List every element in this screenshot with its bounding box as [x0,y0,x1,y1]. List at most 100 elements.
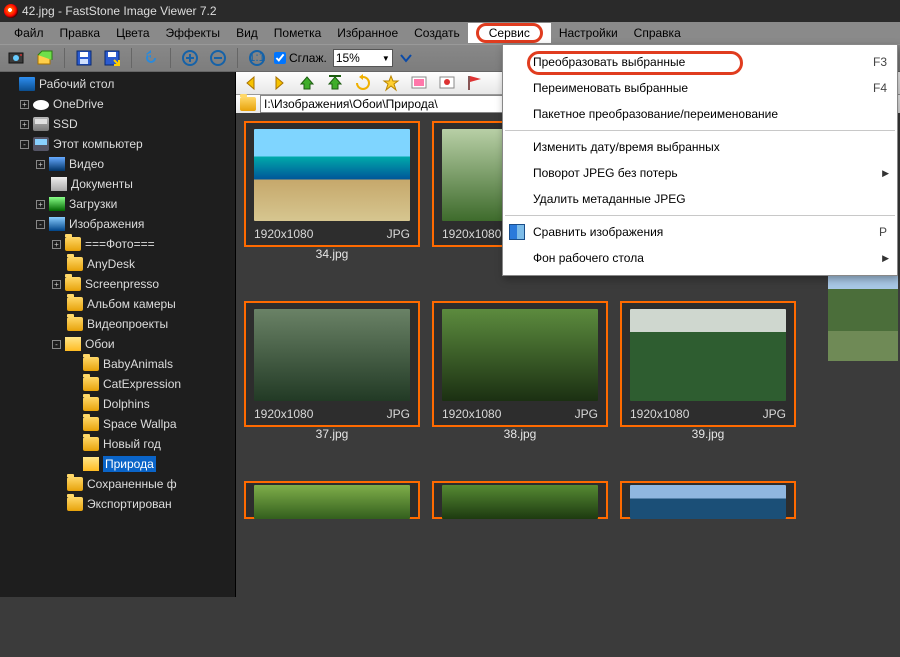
menu-item[interactable]: Пакетное преобразование/переименование [503,101,897,127]
tree-item[interactable]: Сохраненные ф [0,474,235,494]
tree-label: Экспортирован [87,497,172,511]
menu-item[interactable]: Поворот JPEG без потерь [503,160,897,186]
thumbnail[interactable]: 1920x1080JPG38.jpg [432,301,608,477]
tree-label: Этот компьютер [53,137,143,151]
flag-icon[interactable] [464,72,486,94]
thumbnail-image [254,309,410,401]
menu-item-создать[interactable]: Создать [406,23,468,43]
forward-icon[interactable] [268,72,290,94]
smoothing-checkbox[interactable]: Сглаж. [274,51,327,65]
thumbnail[interactable]: 1920x1080JPG39.jpg [620,301,796,477]
folder-icon [83,417,99,431]
slideshow-icon[interactable] [408,72,430,94]
zoom-in-icon[interactable] [179,47,201,69]
menu-item-сервис[interactable]: Сервис [468,23,551,43]
video-icon [49,157,65,171]
address-input[interactable]: I:\Изображения\Обои\Природа\ [260,95,514,113]
menu-item[interactable]: Переименовать выбранныеF4 [503,75,897,101]
tree-item[interactable]: +Загрузки [0,194,235,214]
folder-tree[interactable]: Рабочий стол +OneDrive+SSD - Этот компьютер… [0,72,236,597]
tree-item[interactable]: - Этот компьютер [0,134,235,154]
tree-item[interactable]: Dolphins [0,394,235,414]
menu-item-настройки[interactable]: Настройки [551,23,626,43]
tree-item[interactable]: Новый год [0,434,235,454]
expand-icon[interactable]: + [52,240,61,249]
thumb-dimensions: 1920x1080 [442,407,501,425]
tree-item[interactable]: AnyDesk [0,254,235,274]
expand-icon[interactable]: + [36,200,45,209]
smoothing-input[interactable] [274,52,286,64]
menu-item[interactable]: Фон рабочего стола [503,245,897,271]
menu-item[interactable]: Удалить метаданные JPEG [503,186,897,212]
menu-hotkey: F3 [873,55,887,69]
tree-item[interactable]: Space Wallpa [0,414,235,434]
refresh-icon[interactable] [352,72,374,94]
tree-item[interactable]: Видеопроекты [0,314,235,334]
menu-item-правка[interactable]: Правка [52,23,109,43]
chevron-down-icon[interactable] [399,51,413,65]
back-icon[interactable] [240,72,262,94]
tree-item[interactable]: -Изображения [0,214,235,234]
acquire-icon[interactable] [6,47,28,69]
actual-size-icon[interactable]: 1:1 [246,47,268,69]
thumbnail[interactable] [620,481,796,521]
thumbnail[interactable] [432,481,608,521]
tag-icon[interactable] [436,72,458,94]
thumbnail-image [254,129,410,221]
save-as-icon[interactable] [101,47,123,69]
tree-label: Рабочий стол [39,77,114,91]
menu-bar[interactable]: ФайлПравкаЦветаЭффектыВидПометкаИзбранно… [0,22,900,44]
favorites-icon[interactable] [380,72,402,94]
menu-item-избранное[interactable]: Избранное [329,23,406,43]
tree-item[interactable]: Рабочий стол [0,74,235,94]
tree-item[interactable]: Природа [0,454,235,474]
tree-label: Видеопроекты [87,317,168,331]
up-top-icon[interactable] [324,72,346,94]
thumb-dimensions: 1920x1080 [442,227,501,245]
zoom-out-icon[interactable] [207,47,229,69]
menu-item-label: Преобразовать выбранные [533,55,685,69]
collapse-icon[interactable]: - [36,220,45,229]
undo-icon[interactable] [140,47,162,69]
img-icon [49,217,65,231]
collapse-icon[interactable]: - [20,140,29,149]
menu-item[interactable]: Изменить дату/время выбранных [503,134,897,160]
tree-item[interactable]: Экспортирован [0,494,235,514]
menu-item-цвета[interactable]: Цвета [108,23,157,43]
folder-icon [83,397,99,411]
tree-item[interactable]: +Screenpresso [0,274,235,294]
tree-item[interactable]: Альбом камеры [0,294,235,314]
menu-item-пометка[interactable]: Пометка [266,23,330,43]
zoom-combo[interactable]: 15% ▼ [333,49,393,67]
tree-item[interactable]: +Видео [0,154,235,174]
thumbnail[interactable] [244,481,420,521]
menu-item-справка[interactable]: Справка [626,23,689,43]
tree-item[interactable]: BabyAnimals [0,354,235,374]
folder-icon [67,497,83,511]
menu-item-эффекты[interactable]: Эффекты [158,23,229,43]
up-one-icon[interactable] [296,72,318,94]
expand-icon[interactable]: + [20,100,29,109]
tree-item[interactable]: +OneDrive [0,94,235,114]
expand-icon[interactable]: + [52,280,61,289]
tree-item[interactable]: -Обои [0,334,235,354]
tree-item[interactable]: CatExpression [0,374,235,394]
menu-item-файл[interactable]: Файл [6,23,52,43]
tree-item[interactable]: Документы [0,174,235,194]
thumbnail-image [630,309,786,401]
service-menu-dropdown[interactable]: Преобразовать выбранные F3 Переименовать в… [502,44,898,276]
tree-item[interactable]: +===Фото=== [0,234,235,254]
menu-item-label: Переименовать выбранные [533,81,688,95]
expand-icon[interactable]: + [36,160,45,169]
open-icon[interactable] [34,47,56,69]
thumbnail[interactable]: 1920x1080JPG37.jpg [244,301,420,477]
collapse-icon[interactable]: - [52,340,61,349]
menu-item-вид[interactable]: Вид [228,23,266,43]
svg-text:1:1: 1:1 [249,50,266,64]
thumbnail[interactable]: 1920x1080JPG34.jpg [244,121,420,297]
save-icon[interactable] [73,47,95,69]
menu-item[interactable]: Сравнить изображенияP [503,219,897,245]
tree-item[interactable]: +SSD [0,114,235,134]
expand-icon[interactable]: + [20,120,29,129]
menu-item[interactable]: Преобразовать выбранные F3 [503,49,897,75]
